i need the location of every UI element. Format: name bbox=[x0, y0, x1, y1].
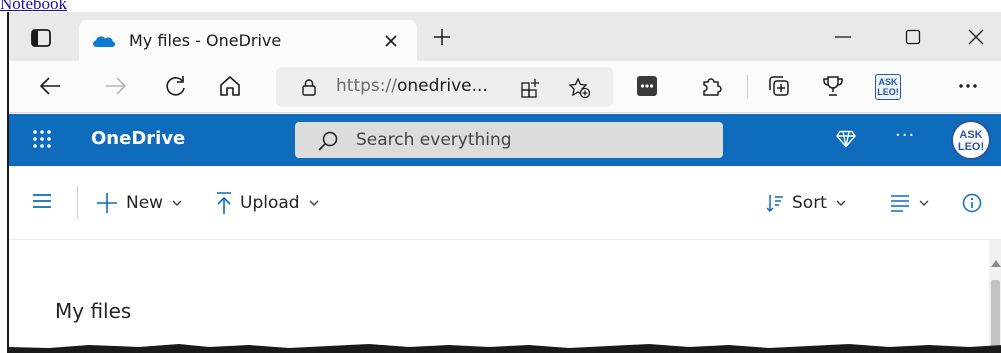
chevron-down-icon bbox=[836, 200, 846, 207]
ask-leo-badge-line-2: LEO! bbox=[877, 87, 899, 97]
close-window-icon[interactable] bbox=[968, 28, 984, 46]
back-arrow-icon[interactable] bbox=[38, 74, 62, 98]
search-input[interactable]: Search everything bbox=[295, 122, 723, 158]
settings-more-button[interactable]: ··· bbox=[895, 125, 915, 146]
lock-icon[interactable] bbox=[302, 79, 316, 96]
page-title: My files bbox=[55, 299, 132, 323]
add-favorite-icon[interactable] bbox=[568, 77, 592, 99]
onedrive-brand[interactable]: OneDrive bbox=[91, 128, 185, 149]
refresh-icon[interactable] bbox=[164, 74, 188, 98]
list-view-icon bbox=[890, 194, 910, 212]
more-options-icon[interactable] bbox=[958, 75, 978, 97]
plus-icon bbox=[96, 192, 118, 214]
url-field[interactable]: https://onedrive... bbox=[276, 67, 613, 107]
avatar[interactable]: ASK LEO! bbox=[951, 120, 991, 160]
tab-bar: My files - OneDrive bbox=[9, 12, 1001, 61]
chevron-down-icon bbox=[919, 200, 929, 207]
hamburger-menu-icon[interactable] bbox=[32, 193, 52, 209]
maximize-icon[interactable] bbox=[905, 28, 921, 46]
app-available-icon[interactable] bbox=[520, 77, 542, 99]
chevron-down-icon bbox=[172, 200, 182, 207]
vertical-scrollbar[interactable] bbox=[989, 240, 1001, 353]
avatar-line-2: LEO! bbox=[957, 141, 985, 153]
onedrive-cloud-icon bbox=[91, 34, 117, 48]
info-icon[interactable] bbox=[962, 193, 982, 213]
torn-edge-decoration bbox=[9, 344, 1001, 353]
tab-title: My files - OneDrive bbox=[129, 31, 282, 50]
minimize-icon[interactable] bbox=[835, 28, 851, 46]
command-bar: New Upload Sort bbox=[9, 166, 1001, 240]
sort-label: Sort bbox=[792, 193, 827, 213]
notebook-link[interactable]: Notebook bbox=[0, 0, 67, 12]
premium-diamond-icon[interactable] bbox=[836, 130, 856, 148]
close-tab-icon[interactable] bbox=[385, 35, 397, 47]
tab-actions-icon[interactable] bbox=[31, 29, 51, 47]
onedrive-header: OneDrive Search everything ··· ASK LEO! bbox=[9, 114, 1001, 166]
new-button[interactable]: New bbox=[96, 188, 182, 218]
avatar-line-1: ASK bbox=[959, 129, 983, 141]
password-extension-icon[interactable] bbox=[636, 75, 658, 97]
browser-window: My files - OneDrive https://onedrive... … bbox=[7, 12, 1001, 353]
search-icon bbox=[317, 130, 339, 152]
file-list-area: My files bbox=[9, 240, 1001, 353]
trophy-icon[interactable] bbox=[821, 74, 845, 98]
chevron-down-icon bbox=[309, 200, 319, 207]
extensions-puzzle-icon[interactable] bbox=[699, 74, 723, 98]
ask-leo-extension-icon[interactable]: ASK LEO! bbox=[875, 74, 901, 100]
upload-button[interactable]: Upload bbox=[216, 188, 319, 218]
collections-icon[interactable] bbox=[767, 74, 791, 98]
url-host: onedrive... bbox=[396, 76, 488, 96]
upload-icon bbox=[216, 191, 232, 215]
upload-label: Upload bbox=[240, 193, 300, 213]
scroll-up-arrow-icon[interactable] bbox=[991, 259, 1001, 267]
sort-icon bbox=[766, 193, 784, 213]
url-text: https://onedrive... bbox=[336, 76, 488, 96]
active-tab[interactable]: My files - OneDrive bbox=[79, 20, 417, 61]
search-placeholder: Search everything bbox=[356, 130, 512, 150]
toolbar-divider bbox=[747, 75, 748, 99]
view-options-button[interactable] bbox=[890, 188, 929, 218]
new-label: New bbox=[126, 193, 164, 213]
url-scheme: https:// bbox=[336, 76, 397, 96]
new-tab-icon[interactable] bbox=[433, 28, 451, 46]
home-icon[interactable] bbox=[218, 74, 242, 98]
command-divider bbox=[77, 186, 78, 218]
app-launcher-icon[interactable] bbox=[32, 129, 52, 149]
sort-button[interactable]: Sort bbox=[766, 188, 846, 218]
address-bar: https://onedrive... ASK LEO! bbox=[9, 61, 1001, 113]
ask-leo-badge-line-1: ASK bbox=[878, 77, 898, 87]
forward-arrow-icon bbox=[104, 74, 128, 98]
